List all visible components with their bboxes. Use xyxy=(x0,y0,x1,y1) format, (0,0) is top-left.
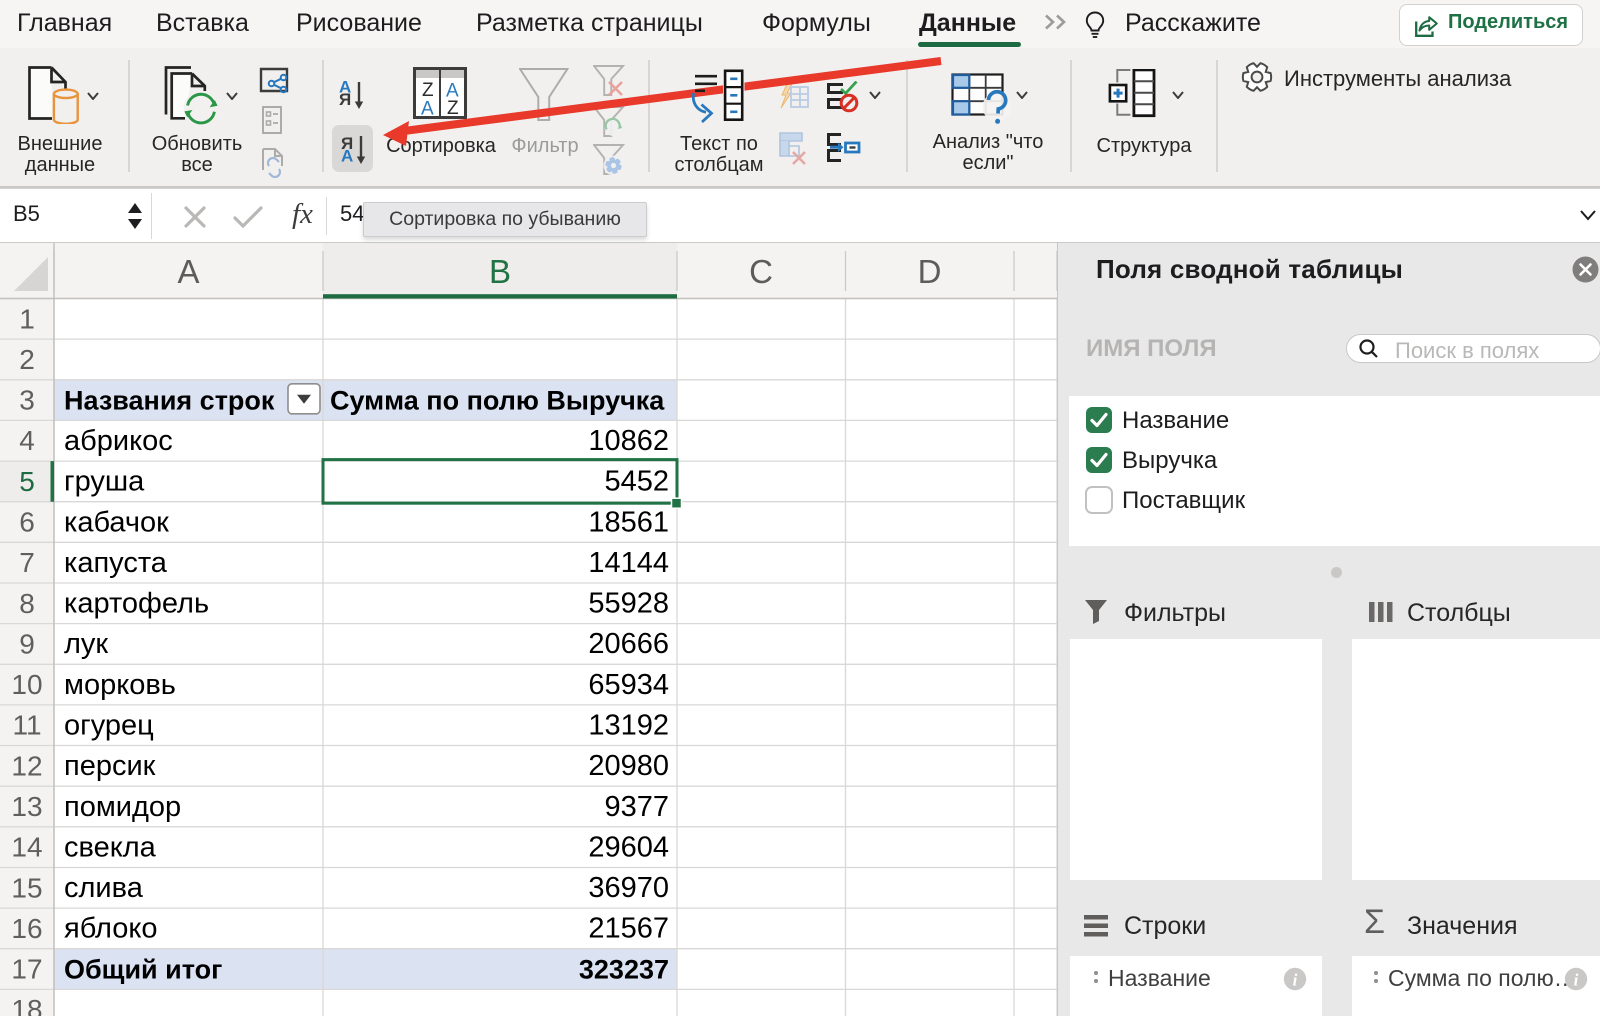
svg-text:Общий итог: Общий итог xyxy=(64,954,222,984)
svg-text:i: i xyxy=(1293,971,1298,990)
svg-text:13192: 13192 xyxy=(588,710,669,742)
svg-text:14144: 14144 xyxy=(588,547,669,579)
svg-text:11: 11 xyxy=(12,710,41,741)
svg-text:18: 18 xyxy=(11,994,42,1016)
svg-text:13: 13 xyxy=(11,791,42,822)
svg-text:10: 10 xyxy=(11,669,42,700)
svg-text:А: А xyxy=(421,99,434,120)
svg-text:2: 2 xyxy=(19,344,35,375)
svg-text:огурец: огурец xyxy=(64,710,154,742)
svg-text:А: А xyxy=(341,147,353,166)
svg-text:свекла: свекла xyxy=(64,831,157,863)
svg-text:A: A xyxy=(177,253,199,290)
svg-text:груша: груша xyxy=(64,466,145,498)
svg-text:помидор: помидор xyxy=(64,791,181,823)
svg-text:картофель: картофель xyxy=(64,588,209,620)
svg-text:9: 9 xyxy=(19,628,35,659)
svg-text:18561: 18561 xyxy=(588,506,669,538)
svg-text:36970: 36970 xyxy=(588,872,669,904)
svg-text:персик: персик xyxy=(64,750,156,782)
svg-text:C: C xyxy=(749,253,773,290)
svg-text:Названия строк: Названия строк xyxy=(64,385,275,415)
svg-text:морковь: морковь xyxy=(64,669,176,701)
svg-text:слива: слива xyxy=(64,872,144,904)
svg-text:9377: 9377 xyxy=(604,791,669,823)
svg-text:Сумма по полю Выручка: Сумма по полю Выручка xyxy=(330,385,665,415)
svg-text:i: i xyxy=(1574,971,1579,990)
svg-text:6: 6 xyxy=(19,507,35,538)
svg-text:лук: лук xyxy=(64,628,108,660)
svg-text:55928: 55928 xyxy=(588,588,669,620)
svg-text:1: 1 xyxy=(19,303,35,334)
svg-text:10862: 10862 xyxy=(588,425,669,457)
svg-text:B: B xyxy=(489,253,511,290)
svg-text:Я: Я xyxy=(339,90,351,109)
svg-text:17: 17 xyxy=(11,954,42,985)
svg-text:5452: 5452 xyxy=(604,466,669,498)
svg-text:65934: 65934 xyxy=(588,669,669,701)
svg-text:3: 3 xyxy=(19,385,35,416)
svg-text:323237: 323237 xyxy=(579,954,669,984)
svg-text:16: 16 xyxy=(11,913,42,944)
svg-text:12: 12 xyxy=(11,750,42,781)
svg-text:20980: 20980 xyxy=(588,750,669,782)
svg-text:5: 5 xyxy=(19,466,35,497)
svg-text:20666: 20666 xyxy=(588,628,669,660)
svg-text:кабачок: кабачок xyxy=(64,506,169,538)
svg-text:4: 4 xyxy=(19,425,35,456)
svg-text:абрикос: абрикос xyxy=(64,425,173,457)
svg-text:7: 7 xyxy=(19,547,35,578)
svg-text:капуста: капуста xyxy=(64,547,168,579)
svg-text:D: D xyxy=(918,253,942,290)
svg-text:яблоко: яблоко xyxy=(64,913,158,945)
svg-text:8: 8 xyxy=(19,588,35,619)
svg-text:14: 14 xyxy=(11,832,42,863)
svg-text:Z: Z xyxy=(447,98,459,119)
svg-text:29604: 29604 xyxy=(588,831,669,863)
svg-text:21567: 21567 xyxy=(588,913,669,945)
svg-text:15: 15 xyxy=(11,872,42,903)
